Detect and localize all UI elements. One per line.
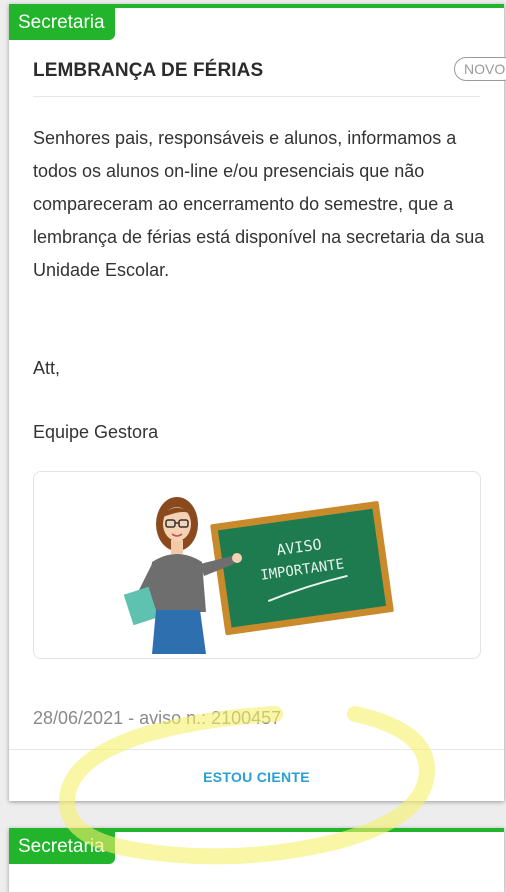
category-tag-next: Secretaria	[9, 832, 115, 864]
notice-title: LEMBRANÇA DE FÉRIAS	[33, 60, 264, 81]
notice-card: Secretaria LEMBRANÇA DE FÉRIAS NOVO Senh…	[9, 4, 506, 801]
notice-meta: 28/06/2021 - aviso n.: 2100457	[33, 708, 282, 728]
notice-card-next: Secretaria	[9, 828, 504, 892]
acknowledge-button[interactable]: ESTOU CIENTE	[9, 769, 504, 785]
new-badge: NOVO	[454, 57, 506, 81]
notice-image[interactable]: AVISO IMPORTANTE	[33, 471, 481, 659]
category-tag: Secretaria	[9, 8, 115, 40]
notice-body: Senhores pais, responsáveis e alunos, in…	[33, 122, 485, 287]
notice-body-text: Senhores pais, responsáveis e alunos, in…	[33, 128, 485, 280]
signature-greeting: Att,	[33, 358, 61, 378]
title-divider	[33, 96, 480, 97]
footer-divider	[9, 749, 504, 750]
teacher-chalkboard-illustration: AVISO IMPORTANTE	[123, 497, 394, 654]
signature-team: Equipe Gestora	[33, 422, 159, 442]
